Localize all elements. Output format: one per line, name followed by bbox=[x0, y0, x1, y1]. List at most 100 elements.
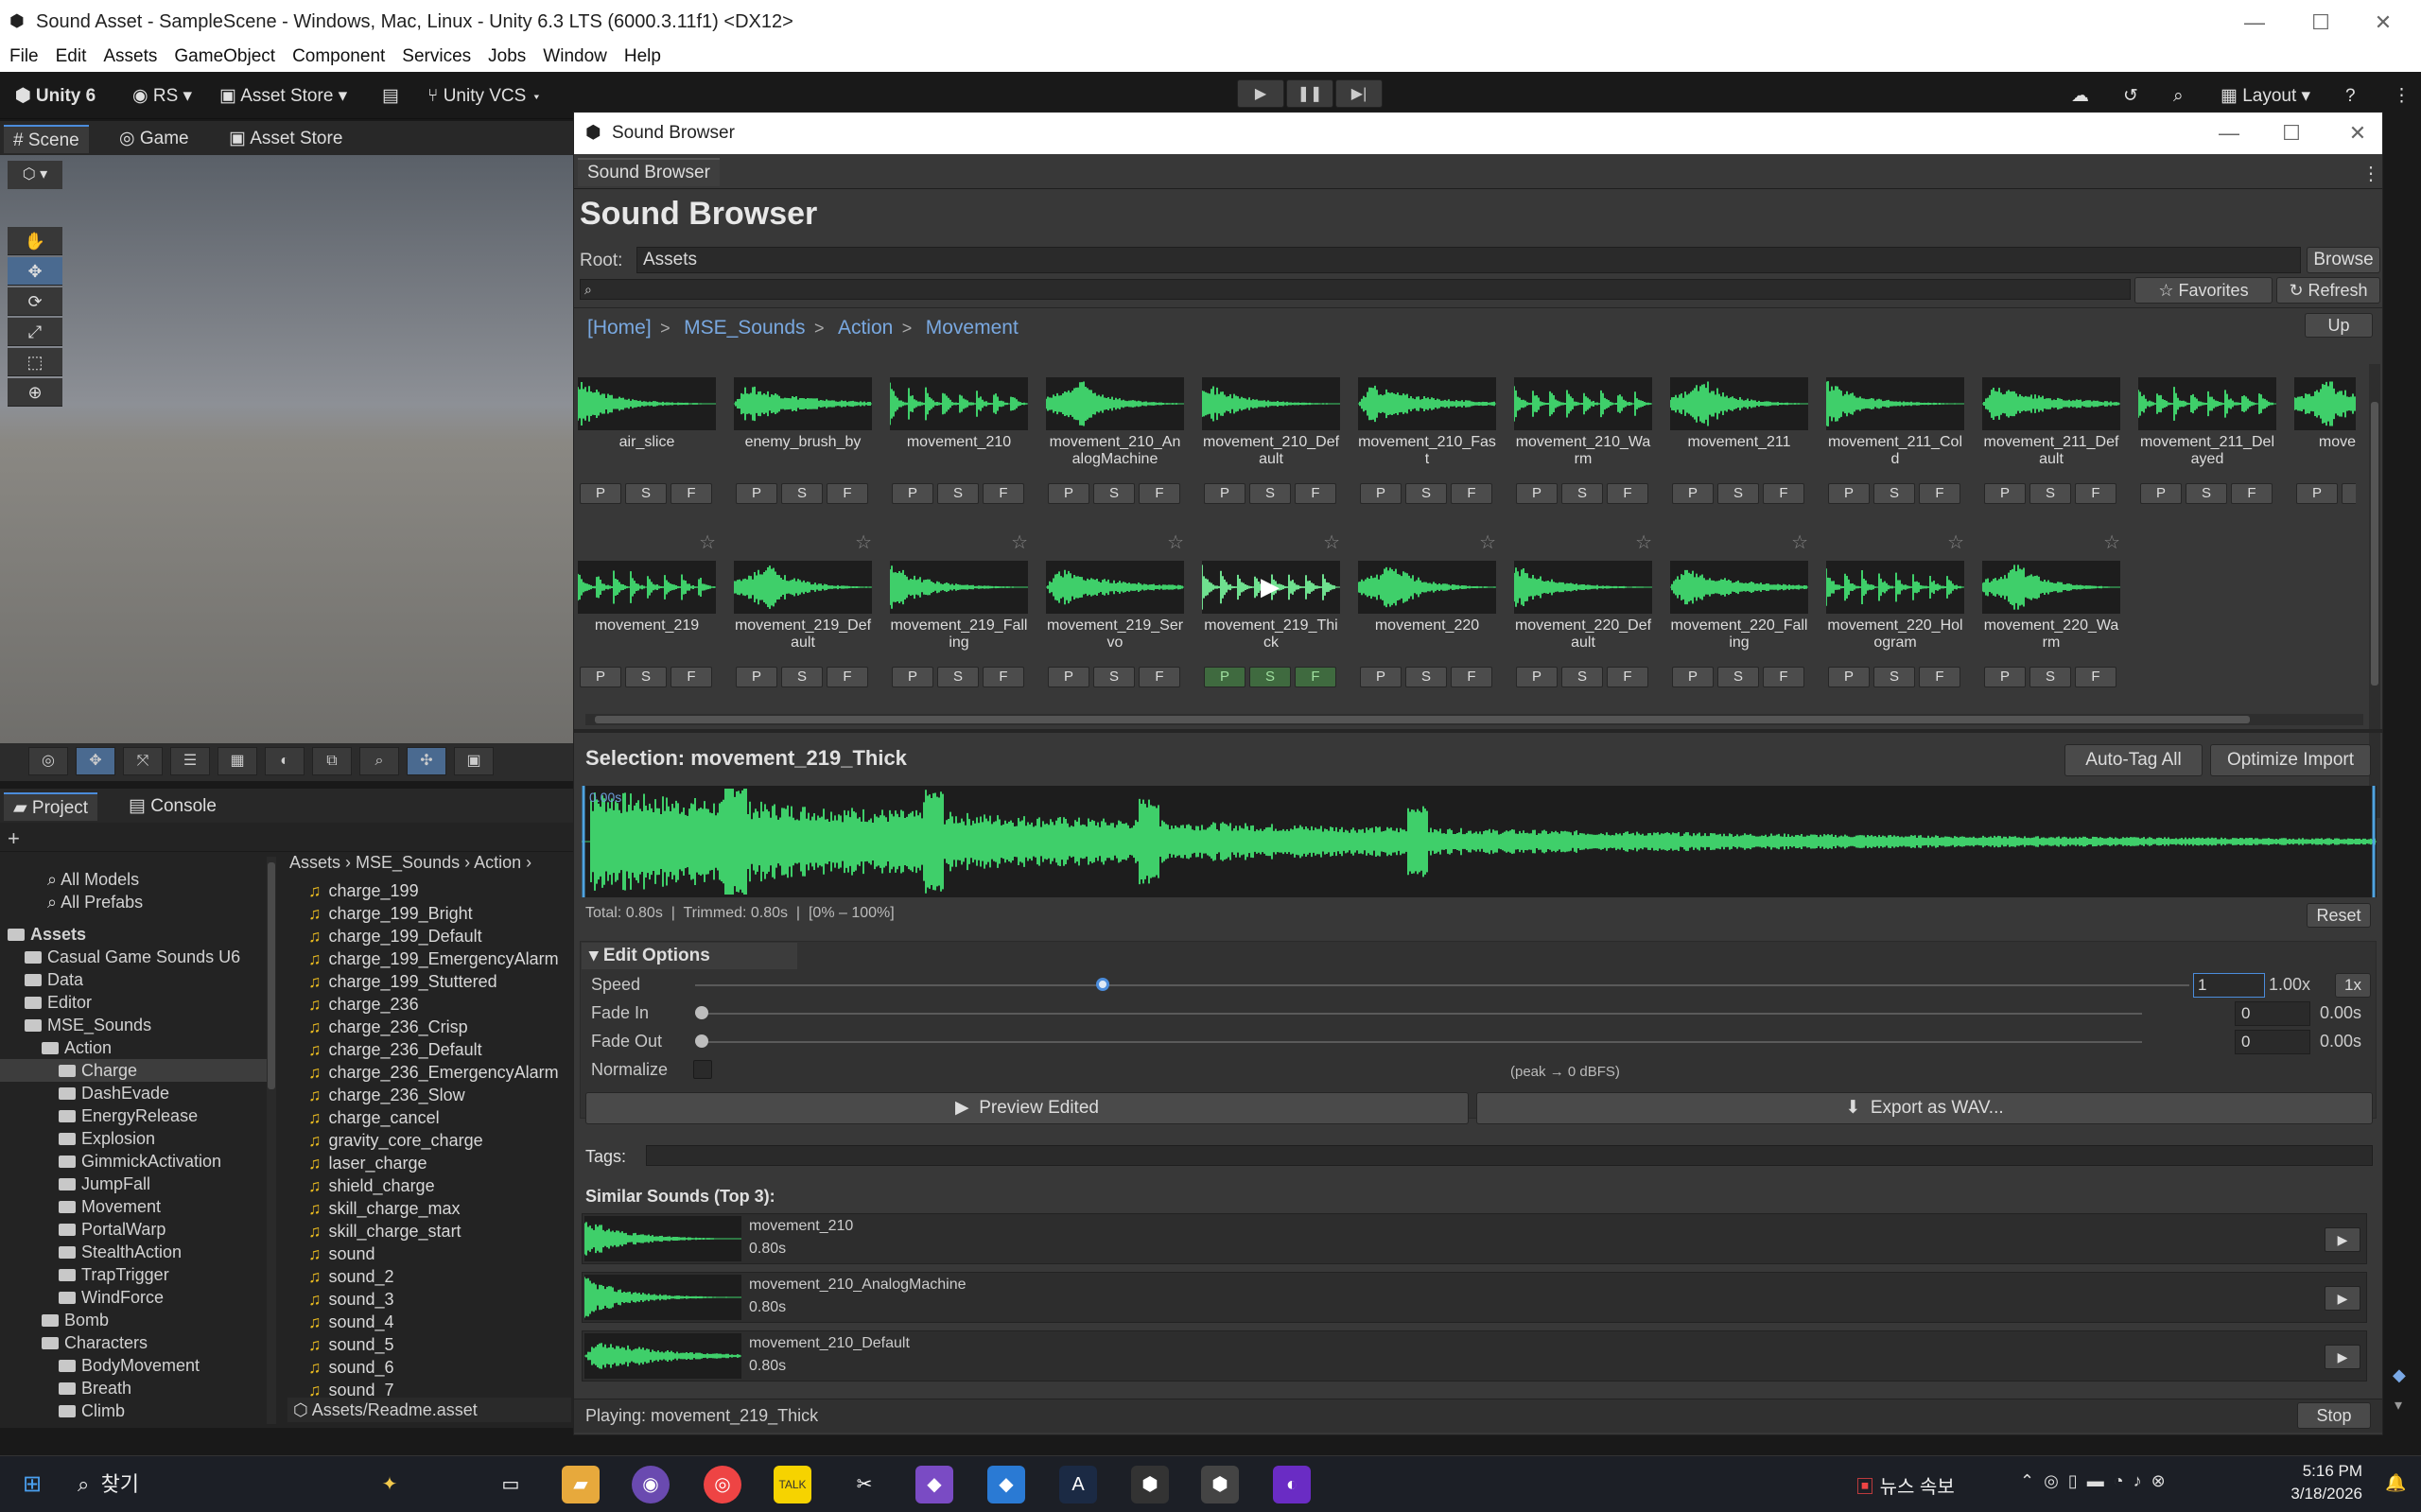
tile-play-button[interactable]: P bbox=[892, 667, 933, 687]
file-list-item[interactable]: ♫ sound bbox=[308, 1243, 573, 1265]
splitter[interactable] bbox=[574, 729, 2382, 733]
sound-tile-waveform[interactable] bbox=[1982, 561, 2120, 614]
favorites-button[interactable]: ☆ Favorites bbox=[2134, 277, 2273, 304]
sound-tile[interactable]: air_slice P S F bbox=[578, 364, 720, 534]
help-icon[interactable]: ? bbox=[2345, 83, 2356, 110]
similar-sound-play-icon[interactable]: ▶ bbox=[2325, 1227, 2360, 1252]
crumb-home[interactable]: [Home] bbox=[587, 317, 652, 339]
tile-play-button[interactable]: P bbox=[1048, 483, 1089, 504]
favorite-star-icon[interactable]: ☆ bbox=[1791, 530, 1808, 554]
sound-tile-waveform[interactable] bbox=[1046, 561, 1184, 614]
up-button[interactable]: Up bbox=[2305, 313, 2373, 338]
scale-tool-icon[interactable]: ⤢ bbox=[8, 318, 62, 346]
menu-help[interactable]: Help bbox=[624, 45, 661, 68]
sound-tile-waveform[interactable] bbox=[1202, 377, 1340, 430]
sound-tile[interactable]: ☆ movement_219 P S F bbox=[578, 532, 720, 718]
tree-scrollbar[interactable] bbox=[267, 857, 276, 1424]
grid-horizontal-scrollbar[interactable] bbox=[585, 714, 2363, 725]
search-field[interactable]: ⌕ bbox=[580, 279, 2131, 300]
hand-tool-icon[interactable]: ✋ bbox=[8, 227, 62, 255]
tile-favorite-button[interactable]: F bbox=[1451, 667, 1492, 687]
tree-folder-item[interactable]: WindForce bbox=[0, 1286, 270, 1309]
grid-snap-icon[interactable]: ▦ bbox=[218, 747, 257, 775]
menu-edit[interactable]: Edit bbox=[56, 45, 87, 68]
search-all-models[interactable]: ⌕ All Models bbox=[0, 868, 270, 891]
favorite-star-icon[interactable]: ☆ bbox=[1947, 530, 1964, 554]
kebab-menu-icon[interactable]: ⋮ bbox=[2361, 162, 2380, 185]
similar-sound-row[interactable]: movement_210 0.80s ▶ bbox=[582, 1213, 2367, 1264]
sound-tile-waveform[interactable] bbox=[2138, 377, 2276, 430]
sound-tile-waveform[interactable] bbox=[1982, 377, 2120, 430]
sound-browser-tab[interactable]: Sound Browser bbox=[578, 158, 720, 186]
fade-out-slider-track[interactable] bbox=[701, 1041, 2142, 1043]
tile-play-button[interactable]: P bbox=[1672, 483, 1714, 504]
tree-folder-item[interactable]: MSE_Sounds bbox=[0, 1014, 270, 1036]
sound-tile-waveform[interactable] bbox=[1826, 377, 1964, 430]
github-icon[interactable]: ◉ bbox=[632, 1466, 670, 1503]
speed-input[interactable]: 1 bbox=[2193, 973, 2265, 998]
tile-favorite-button[interactable]: F bbox=[1139, 483, 1180, 504]
account-dropdown[interactable]: ◉ RS ▾ bbox=[132, 83, 192, 110]
tile-favorite-button[interactable]: F bbox=[671, 483, 712, 504]
tree-folder-item[interactable]: EnergyRelease bbox=[0, 1104, 270, 1127]
tile-favorite-button[interactable]: F bbox=[827, 667, 868, 687]
tile-favorite-button[interactable]: F bbox=[671, 667, 712, 687]
sound-tile-waveform[interactable]: ▶ bbox=[1202, 561, 1340, 614]
tile-favorite-button[interactable]: F bbox=[1139, 667, 1180, 687]
menu-services[interactable]: Services bbox=[402, 45, 471, 68]
sound-tile[interactable]: movement_211_Delayed P S F bbox=[2138, 364, 2280, 534]
tree-folder-item[interactable]: Action bbox=[0, 1036, 270, 1059]
asset-store-dropdown[interactable]: ▣ Asset Store ▾ bbox=[219, 83, 347, 110]
sound-tile[interactable]: ☆ movement_220_Hologram P S F bbox=[1826, 532, 1968, 718]
tab-project[interactable]: ▰ Project bbox=[4, 792, 98, 821]
snipping-icon[interactable]: ✂ bbox=[845, 1466, 883, 1503]
sound-tile-waveform[interactable] bbox=[1826, 561, 1964, 614]
tree-folder-item[interactable]: Editor bbox=[0, 991, 270, 1014]
tab-scene[interactable]: # Scene bbox=[4, 125, 89, 153]
maximize-icon[interactable]: ☐ bbox=[2302, 6, 2340, 40]
minimize-icon[interactable]: — bbox=[2210, 116, 2248, 150]
favorite-star-icon[interactable]: ☆ bbox=[1323, 530, 1340, 554]
similar-sound-row[interactable]: movement_210_AnalogMachine 0.80s ▶ bbox=[582, 1272, 2367, 1323]
tile-stop-button[interactable]: S bbox=[1717, 483, 1759, 504]
unity-account-button[interactable]: ⬢ Unity 6 bbox=[15, 83, 96, 110]
file-list-item[interactable]: ♫ gravity_core_charge bbox=[308, 1129, 573, 1152]
sound-tile[interactable]: movement_211_Cold P S F bbox=[1826, 364, 1968, 534]
tile-play-button[interactable]: P bbox=[892, 483, 933, 504]
vcs-dropdown[interactable]: ⑂ Unity VCS ▾ bbox=[427, 83, 542, 110]
sound-tile[interactable]: movement_210_Warm P S F bbox=[1514, 364, 1656, 534]
sound-tile-waveform[interactable] bbox=[578, 377, 716, 430]
crumb-action[interactable]: Action bbox=[838, 317, 893, 339]
favorite-star-icon[interactable]: ☆ bbox=[1479, 530, 1496, 554]
transform-tool-icon[interactable]: ⊕ bbox=[8, 378, 62, 407]
menu-component[interactable]: Component bbox=[292, 45, 385, 68]
sound-tile[interactable]: ▶ ☆ movement_219_Thick P S F bbox=[1202, 532, 1344, 718]
tree-folder-item[interactable]: DashEvade bbox=[0, 1082, 270, 1104]
sound-tile[interactable]: movement_PPSF bbox=[2294, 364, 2356, 534]
tag-icon[interactable]: ◆ bbox=[2393, 1365, 2406, 1385]
file-list-item[interactable]: ♫ charge_199_Stuttered bbox=[308, 970, 573, 993]
clock-date[interactable]: 3/18/2026 bbox=[2249, 1485, 2362, 1503]
sound-tile[interactable]: movement_210_Fast P S F bbox=[1358, 364, 1500, 534]
sound-tile-waveform[interactable] bbox=[2294, 377, 2356, 430]
news-widget[interactable]: ▣ 뉴스 속보 bbox=[1855, 1471, 1955, 1499]
sound-tile-waveform[interactable] bbox=[734, 377, 872, 430]
sound-tile-waveform[interactable] bbox=[734, 561, 872, 614]
tile-play-button[interactable]: P bbox=[1828, 667, 1870, 687]
scroll-down-icon[interactable]: ▾ bbox=[2395, 1396, 2402, 1415]
file-explorer-icon[interactable]: ▰ bbox=[562, 1466, 600, 1503]
tile-stop-button[interactable]: S bbox=[2186, 483, 2227, 504]
tree-folder-item[interactable]: JumpFall bbox=[0, 1173, 270, 1195]
tile-play-button[interactable]: P bbox=[1204, 483, 1245, 504]
tab-console[interactable]: ▤ Console bbox=[119, 792, 226, 821]
search-icon[interactable]: ⌕ bbox=[2173, 83, 2184, 110]
file-list-item[interactable]: ♫ sound_2 bbox=[308, 1265, 573, 1288]
play-button[interactable]: ▶ bbox=[1237, 79, 1284, 108]
sound-tile[interactable]: ☆ movement_220_Falling P S F bbox=[1670, 532, 1812, 718]
tree-folder-item[interactable]: GimmickActivation bbox=[0, 1150, 270, 1173]
camera-icon[interactable]: ▣ bbox=[454, 747, 494, 775]
tree-folder-item[interactable]: Data bbox=[0, 968, 270, 991]
tile-favorite-button[interactable]: F bbox=[1919, 483, 1960, 504]
tile-favorite-button[interactable]: F bbox=[1295, 483, 1336, 504]
reset-button[interactable]: Reset bbox=[2307, 903, 2371, 928]
